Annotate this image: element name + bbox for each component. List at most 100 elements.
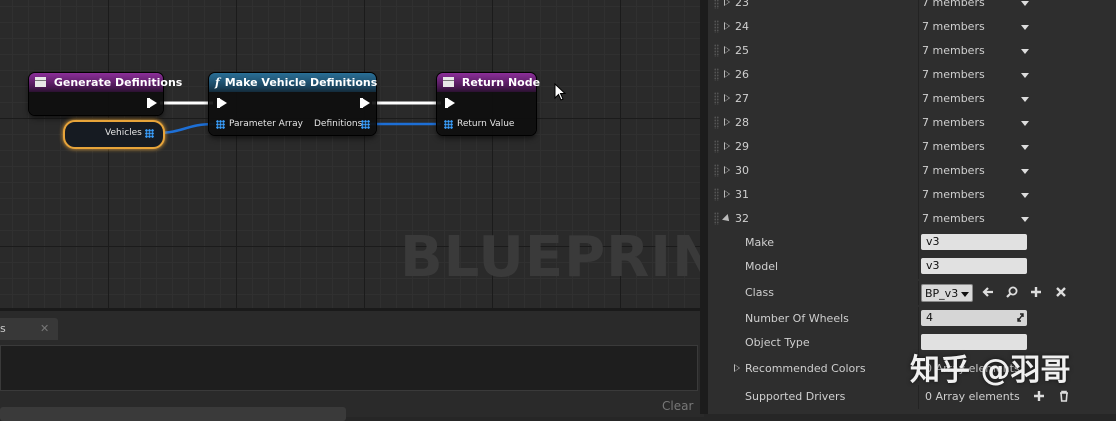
chevron-down-icon[interactable] [1021, 169, 1029, 174]
make-vehicle-definitions-header[interactable]: f Make Vehicle Definitions [209, 73, 378, 92]
element-index: 25 [735, 44, 749, 57]
parameter-array-pin-icon[interactable] [216, 120, 225, 129]
element-index: 28 [735, 116, 749, 129]
column-separator [918, 231, 919, 255]
chevron-down-icon[interactable] [1021, 145, 1029, 150]
drag-handle-icon[interactable] [714, 92, 719, 105]
column-separator [918, 15, 919, 39]
expand-arrow-icon[interactable] [724, 46, 730, 54]
property-row-class: Class BP_v3 [708, 281, 1116, 305]
chevron-down-icon[interactable] [1021, 217, 1029, 222]
array-element-row[interactable]: 23 7 members [708, 0, 1116, 15]
make-vehicle-definitions-title: Make Vehicle Definitions [224, 76, 378, 89]
members-count: 7 members [922, 44, 985, 57]
members-count: 7 members [922, 20, 985, 33]
element-index: 31 [735, 188, 749, 201]
use-selected-arrow-icon[interactable] [981, 285, 995, 299]
return-node[interactable]: Return Node Return Value [437, 73, 540, 135]
column-separator [918, 87, 919, 111]
close-icon[interactable]: ✕ [40, 322, 49, 335]
drag-handle-icon[interactable] [714, 188, 719, 201]
make-input[interactable]: v3 [921, 234, 1027, 250]
number-of-wheels-input[interactable]: 4 [921, 310, 1027, 326]
chevron-down-icon[interactable] [1021, 1, 1029, 6]
chevron-down-icon[interactable] [1021, 73, 1029, 78]
exec-out-pin[interactable] [147, 98, 157, 108]
compiler-results-panel: s ✕ Clear [0, 308, 704, 421]
array-element-row-expanded[interactable]: 32 7 members [708, 207, 1116, 231]
array-element-row[interactable]: 24 7 members [708, 15, 1116, 39]
array-element-row[interactable]: 25 7 members [708, 39, 1116, 63]
panel-tab-label: s [0, 322, 6, 335]
collapse-arrow-icon[interactable] [722, 214, 732, 224]
array-element-row[interactable]: 28 7 members [708, 111, 1116, 135]
model-label: Model [745, 260, 779, 273]
column-separator [918, 63, 919, 87]
vehicles-variable-node[interactable]: Vehicles [63, 120, 165, 149]
drag-handle-icon[interactable] [714, 0, 719, 9]
clear-button[interactable]: Clear [662, 399, 693, 413]
members-count: 7 members [922, 116, 985, 129]
drag-spin-icon[interactable] [1017, 313, 1024, 322]
array-pin-icon[interactable] [145, 129, 154, 138]
chevron-down-icon[interactable] [1021, 97, 1029, 102]
browse-search-icon[interactable] [1005, 285, 1019, 299]
property-row-make: Make v3 [708, 231, 1116, 255]
exec-in-pin[interactable] [445, 98, 455, 108]
expand-arrow-icon[interactable] [724, 70, 730, 78]
drag-handle-icon[interactable] [714, 20, 719, 33]
expand-arrow-icon[interactable] [724, 190, 730, 198]
members-count: 7 members [922, 164, 985, 177]
array-element-row[interactable]: 30 7 members [708, 159, 1116, 183]
generate-definitions-header[interactable]: Generate Definitions [29, 73, 182, 92]
return-value-pin-icon[interactable] [444, 120, 453, 129]
expand-arrow-icon[interactable] [724, 0, 730, 6]
panel-tab[interactable]: s ✕ [0, 318, 58, 340]
array-element-row[interactable]: 29 7 members [708, 135, 1116, 159]
drag-handle-icon[interactable] [714, 164, 719, 177]
add-icon[interactable] [1032, 389, 1046, 403]
array-element-row[interactable]: 31 7 members [708, 183, 1116, 207]
expand-arrow-icon[interactable] [724, 142, 730, 150]
members-count: 7 members [922, 68, 985, 81]
expand-arrow-icon[interactable] [724, 94, 730, 102]
array-element-row[interactable]: 26 7 members [708, 63, 1116, 87]
members-count: 7 members [922, 140, 985, 153]
panel-splitter[interactable] [700, 0, 708, 414]
expand-arrow-icon[interactable] [734, 364, 740, 372]
column-separator [918, 281, 919, 305]
chevron-down-icon[interactable] [1021, 193, 1029, 198]
expand-arrow-icon[interactable] [724, 22, 730, 30]
drag-handle-icon[interactable] [714, 212, 719, 225]
column-separator [918, 207, 919, 231]
make-vehicle-definitions-node[interactable]: f Make Vehicle Definitions Parameter Arra… [209, 73, 378, 135]
chevron-down-icon[interactable] [1021, 49, 1029, 54]
chevron-down-icon[interactable] [1021, 121, 1029, 126]
column-separator [918, 307, 919, 331]
drag-handle-icon[interactable] [714, 44, 719, 57]
definitions-pin-icon[interactable] [361, 120, 370, 129]
members-count: 7 members [922, 212, 985, 225]
model-input[interactable]: v3 [921, 258, 1027, 274]
expand-arrow-icon[interactable] [724, 118, 730, 126]
return-node-header[interactable]: Return Node [437, 73, 540, 92]
exec-out-pin[interactable] [360, 98, 370, 108]
mouse-cursor-icon [554, 83, 566, 101]
trash-icon[interactable] [1057, 389, 1071, 403]
chevron-down-icon[interactable] [1021, 25, 1029, 30]
members-count: 7 members [922, 188, 985, 201]
drag-handle-icon[interactable] [714, 68, 719, 81]
generate-definitions-node[interactable]: Generate Definitions [29, 73, 182, 115]
drag-handle-icon[interactable] [714, 140, 719, 153]
class-combo-box[interactable]: BP_v3 [921, 284, 973, 302]
clear-x-icon[interactable] [1054, 285, 1068, 299]
column-separator [918, 0, 919, 15]
drag-handle-icon[interactable] [714, 116, 719, 129]
array-element-row[interactable]: 27 7 members [708, 87, 1116, 111]
function-entry-icon [35, 77, 46, 87]
add-icon[interactable] [1029, 285, 1043, 299]
output-log[interactable] [0, 345, 698, 391]
expand-arrow-icon[interactable] [724, 166, 730, 174]
blueprint-graph[interactable]: Generate Definitions Vehicles f Make Vehi… [0, 0, 700, 308]
exec-in-pin[interactable] [217, 98, 227, 108]
